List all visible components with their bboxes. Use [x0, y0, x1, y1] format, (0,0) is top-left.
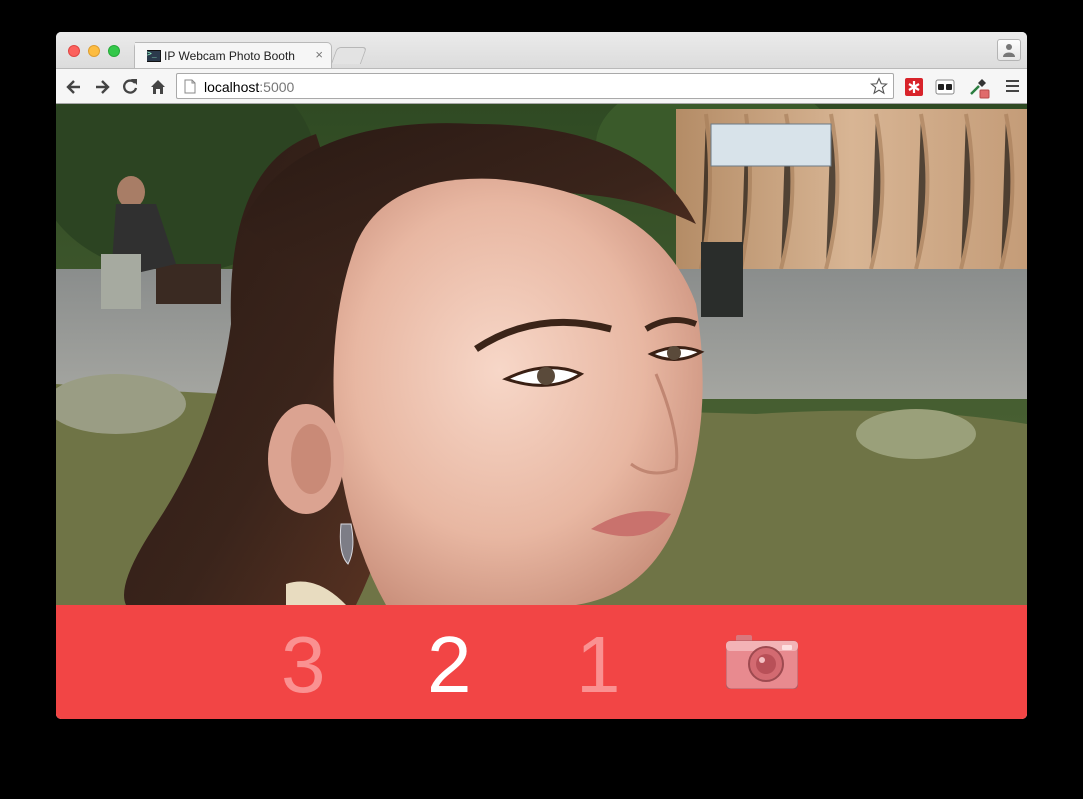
url-port: :5000	[259, 79, 295, 95]
glasses-icon	[935, 79, 955, 95]
home-icon	[151, 80, 165, 94]
back-button[interactable]	[64, 77, 84, 97]
arrow-right-icon	[96, 80, 110, 94]
webcam-feed	[56, 104, 1027, 605]
reload-icon	[123, 79, 138, 94]
address-bar[interactable]: localhost:5000	[176, 73, 894, 99]
browser-window: IP Webcam Photo Booth ×	[56, 32, 1027, 719]
tab-close-icon[interactable]: ×	[315, 47, 323, 62]
page-icon	[184, 79, 196, 94]
countdown-step-1: 1	[576, 620, 621, 709]
home-button[interactable]	[148, 77, 168, 97]
page-viewport: 3 2 1	[56, 104, 1027, 719]
eyedropper-icon	[970, 79, 990, 99]
reload-button[interactable]	[120, 77, 140, 97]
zoom-window-button[interactable]	[108, 45, 120, 57]
close-window-button[interactable]	[68, 45, 80, 57]
url-text[interactable]: localhost:5000	[204, 79, 294, 95]
tab-strip: IP Webcam Photo Booth ×	[56, 32, 1027, 69]
countdown-step-2: 2	[427, 620, 472, 709]
new-tab-button[interactable]	[330, 47, 368, 64]
extension-spectacles-button[interactable]	[935, 77, 955, 97]
bookmark-star-icon[interactable]	[870, 77, 888, 95]
url-host: localhost	[204, 79, 260, 95]
webcam-photo	[56, 104, 1027, 605]
profile-button[interactable]	[997, 39, 1021, 61]
menu-icon[interactable]	[1006, 80, 1019, 95]
terminal-favicon-icon	[145, 50, 161, 62]
arrow-left-icon	[66, 80, 80, 94]
asterisk-icon	[905, 78, 923, 96]
minimize-window-button[interactable]	[88, 45, 100, 57]
extension-eyedropper-button[interactable]	[968, 77, 990, 99]
person-icon	[1003, 44, 1015, 57]
extension-lastpass-button[interactable]	[904, 77, 924, 97]
forward-button[interactable]	[92, 77, 112, 97]
toolbar: localhost:5000	[56, 68, 1027, 104]
tab-title: IP Webcam Photo Booth	[164, 49, 295, 63]
camera-icon[interactable]	[726, 635, 798, 689]
tab-photo-booth[interactable]: IP Webcam Photo Booth ×	[134, 42, 332, 69]
countdown-bar: 3 2 1	[56, 605, 1027, 719]
countdown-step-3: 3	[281, 620, 326, 709]
